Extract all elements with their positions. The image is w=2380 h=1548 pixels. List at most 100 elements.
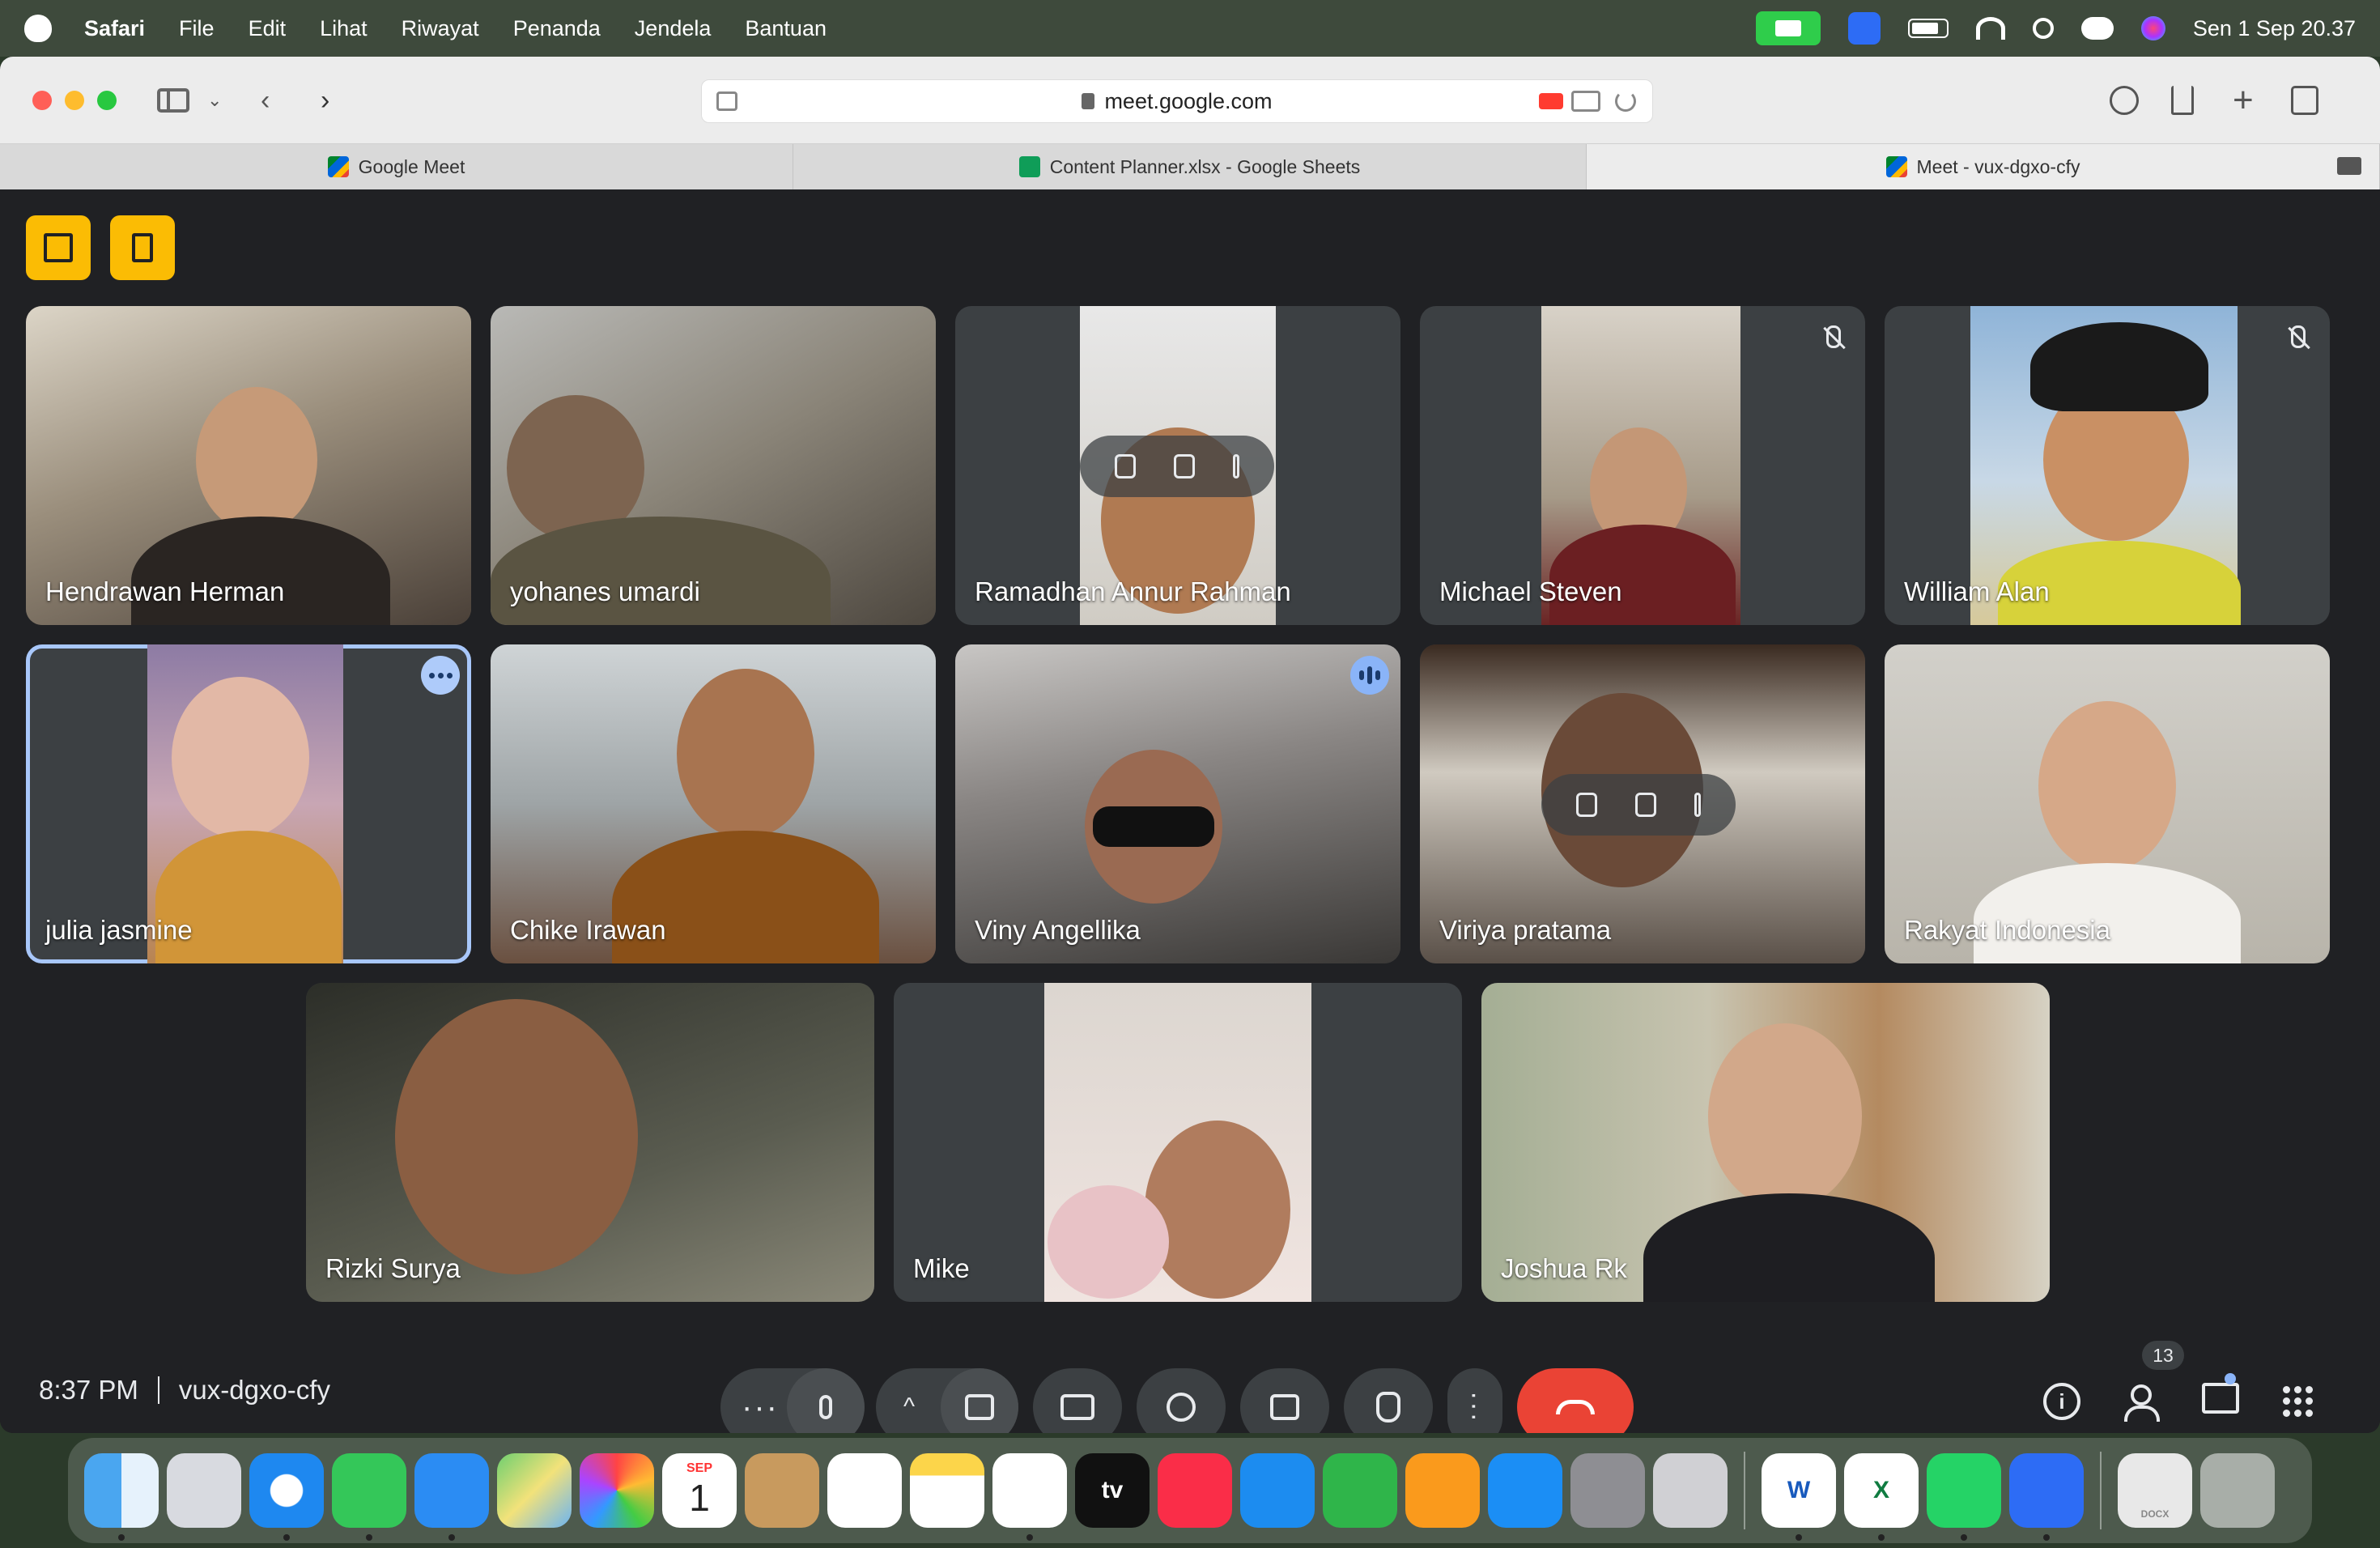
participant-tile[interactable]: Michael Steven <box>1420 306 1865 625</box>
apple-tv-icon[interactable]: tv <box>1075 1453 1150 1528</box>
audio-options-dots-icon[interactable]: ··· <box>742 1391 779 1423</box>
chevron-up-icon[interactable]: ^ <box>903 1395 916 1419</box>
menu-help[interactable]: Bantuan <box>745 16 827 41</box>
downloads-icon[interactable] <box>2110 86 2139 115</box>
participant-tile[interactable]: Chike Irawan <box>491 644 936 963</box>
tab-group-chevron-down-icon[interactable]: ⌄ <box>207 86 222 115</box>
system-settings-icon[interactable] <box>1570 1453 1645 1528</box>
docx-file-icon[interactable]: DOCX <box>2118 1453 2192 1528</box>
menu-bar-clock[interactable]: Sen 1 Sep 20.37 <box>2193 16 2356 41</box>
mail-icon[interactable] <box>414 1453 489 1541</box>
leave-room-button[interactable] <box>110 215 175 280</box>
microphone-button[interactable] <box>787 1368 865 1433</box>
calendar-icon[interactable]: SEP 1 <box>662 1453 737 1528</box>
wifi-icon[interactable] <box>1975 17 2005 40</box>
tab-overview-icon[interactable] <box>2291 86 2318 115</box>
menu-window[interactable]: Jendela <box>635 16 712 41</box>
tab-google-meet[interactable]: Google Meet <box>0 144 793 189</box>
captions-button[interactable] <box>1240 1368 1329 1433</box>
numbers-icon[interactable] <box>1323 1453 1397 1528</box>
zoom-window-button[interactable] <box>97 91 117 110</box>
menu-edit[interactable]: Edit <box>249 16 287 41</box>
participant-tile[interactable]: yohanes umardi <box>491 306 936 625</box>
battery-icon[interactable] <box>1907 19 1949 38</box>
participant-tile[interactable]: Rizki Surya <box>306 983 874 1302</box>
zoom-status-icon[interactable] <box>1847 12 1881 45</box>
participant-tile[interactable]: Rakyat Indonesia <box>1885 644 2330 963</box>
forward-button[interactable]: › <box>321 85 329 116</box>
menu-bookmarks[interactable]: Penanda <box>513 16 601 41</box>
reload-icon[interactable] <box>1615 91 1636 112</box>
new-tab-plus-icon[interactable]: + <box>2233 80 2254 120</box>
launchpad-icon[interactable] <box>167 1453 241 1528</box>
menu-view[interactable]: Lihat <box>320 16 368 41</box>
notes-icon[interactable] <box>910 1453 984 1528</box>
contacts-icon[interactable] <box>745 1453 819 1528</box>
people-icon[interactable] <box>2123 1383 2160 1422</box>
safari-icon[interactable] <box>249 1453 324 1541</box>
menu-app-name[interactable]: Safari <box>84 16 145 41</box>
spotlight-search-icon[interactable] <box>2032 18 2054 39</box>
back-button[interactable]: ‹ <box>261 85 270 116</box>
photos-icon[interactable] <box>580 1453 654 1528</box>
more-options-icon[interactable] <box>1232 454 1239 478</box>
present-screen-button[interactable] <box>1033 1368 1122 1433</box>
camera-button[interactable] <box>941 1368 1018 1433</box>
keynote-icon[interactable] <box>1240 1453 1315 1528</box>
tab-google-sheets[interactable]: Content Planner.xlsx - Google Sheets <box>793 144 1587 189</box>
messages-icon[interactable] <box>332 1453 406 1541</box>
minimize-window-button[interactable] <box>65 91 84 110</box>
pin-icon[interactable] <box>1115 454 1137 478</box>
address-bar[interactable]: meet.google.com <box>701 79 1653 123</box>
share-icon[interactable] <box>2171 86 2194 115</box>
reactions-button[interactable] <box>1137 1368 1226 1433</box>
sidebar-icon <box>157 88 189 113</box>
mute-mic-icon[interactable] <box>1634 793 1656 817</box>
trash-icon[interactable] <box>2200 1453 2275 1528</box>
more-options-icon[interactable] <box>1694 793 1701 817</box>
apple-menu-icon[interactable] <box>24 15 52 42</box>
zoom-icon[interactable] <box>2009 1453 2084 1541</box>
more-options-button[interactable]: ··· <box>1447 1368 1502 1433</box>
participant-tile[interactable]: Mike <box>894 983 1462 1302</box>
participant-tile[interactable]: Ramadhan Annur Rahman <box>955 306 1400 625</box>
host-controls-button[interactable] <box>26 215 91 280</box>
control-center-icon[interactable] <box>2080 17 2114 40</box>
music-icon[interactable] <box>1158 1453 1232 1528</box>
chat-icon[interactable] <box>2202 1383 2239 1414</box>
whatsapp-icon[interactable] <box>1927 1453 2001 1541</box>
participant-more-options-icon[interactable] <box>421 656 460 695</box>
participant-tile[interactable]: William Alan <box>1885 306 2330 625</box>
participant-tile[interactable]: Viriya pratama <box>1420 644 1865 963</box>
reminders-icon[interactable] <box>827 1453 902 1528</box>
sidebar-toggle-button[interactable] <box>157 86 189 115</box>
page-menu-icon[interactable] <box>716 91 737 111</box>
participant-tile[interactable]: Hendrawan Herman <box>26 306 471 625</box>
close-window-button[interactable] <box>32 91 52 110</box>
raise-hand-button[interactable] <box>1344 1368 1433 1433</box>
meeting-info-icon[interactable]: i <box>2043 1383 2080 1420</box>
microsoft-word-icon[interactable]: W <box>1762 1453 1836 1541</box>
translate-icon[interactable] <box>1571 91 1600 112</box>
menu-history[interactable]: Riwayat <box>402 16 479 41</box>
participant-tile[interactable]: Joshua Rk <box>1481 983 2050 1302</box>
freeform-icon[interactable] <box>992 1453 1067 1541</box>
microsoft-excel-icon[interactable]: X <box>1844 1453 1919 1541</box>
participant-tile[interactable]: Viny Angellika <box>955 644 1400 963</box>
menu-file[interactable]: File <box>179 16 215 41</box>
siri-icon[interactable] <box>2140 16 2165 40</box>
activities-grid-icon[interactable] <box>2280 1383 2317 1420</box>
meeting-code[interactable]: vux-dgxo-cfy <box>179 1375 330 1406</box>
pages-icon[interactable] <box>1405 1453 1480 1528</box>
maps-icon[interactable] <box>497 1453 572 1528</box>
mute-mic-icon[interactable] <box>1173 454 1195 478</box>
camera-recording-icon[interactable] <box>1539 93 1563 109</box>
app-store-icon[interactable] <box>1488 1453 1562 1528</box>
pin-icon[interactable] <box>1576 793 1598 817</box>
tab-meet-call[interactable]: Meet - vux-dgxo-cfy <box>1587 144 2380 189</box>
camera-in-use-icon[interactable] <box>1755 11 1821 45</box>
leave-call-button[interactable] <box>1517 1368 1634 1433</box>
iphone-mirroring-icon[interactable] <box>1653 1453 1728 1528</box>
participant-tile-selected[interactable]: julia jasmine <box>26 644 471 963</box>
finder-icon[interactable] <box>84 1453 159 1541</box>
